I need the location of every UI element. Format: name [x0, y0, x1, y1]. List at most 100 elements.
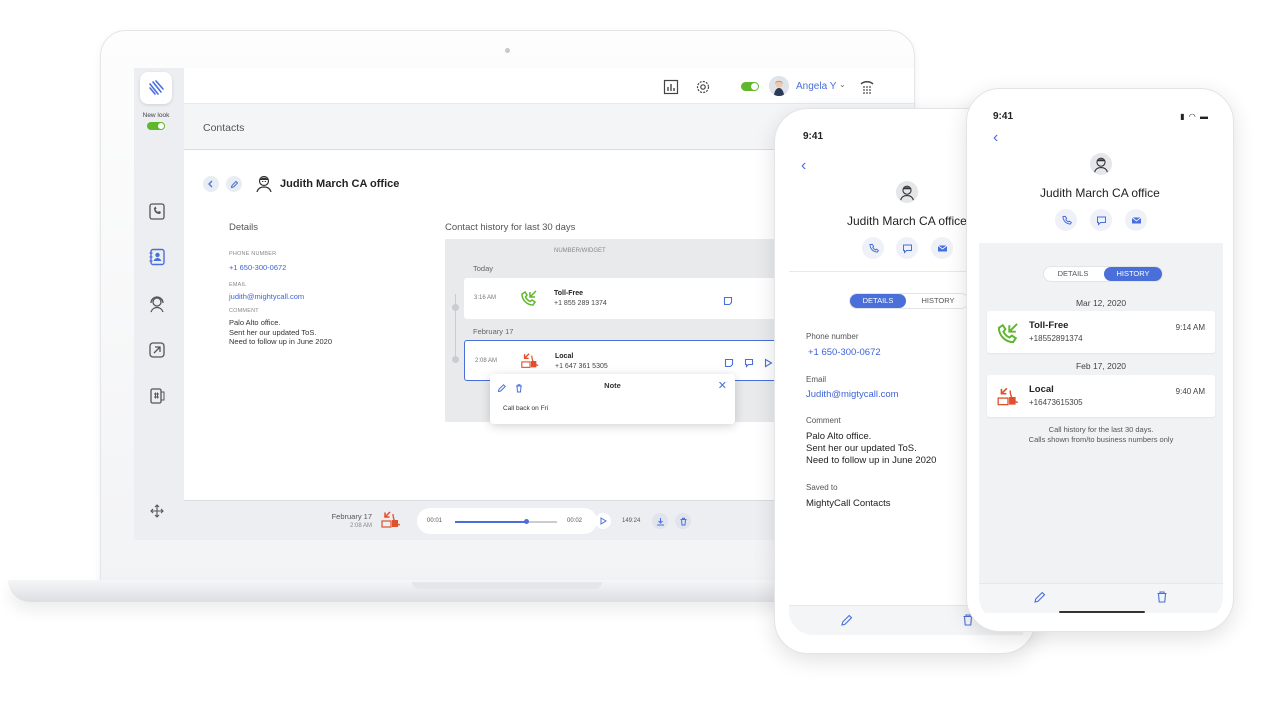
tab-details[interactable]: DETAILS: [1044, 267, 1102, 281]
progress-fill: [455, 521, 527, 523]
comment-icon[interactable]: [744, 355, 754, 373]
call-number: +16473615305: [1029, 398, 1083, 407]
note-icon[interactable]: [723, 293, 733, 311]
page-title: Contacts: [203, 122, 245, 134]
pencil-icon[interactable]: [1033, 590, 1047, 609]
pencil-icon: [230, 180, 238, 188]
contact-name: Judith March CA office: [280, 178, 400, 190]
back-button[interactable]: ‹: [801, 157, 806, 175]
email-value[interactable]: Judith@migtycall.com: [806, 389, 899, 401]
audio-scrubber[interactable]: 00:01 00:02: [417, 508, 597, 534]
sidebar-item-numbers[interactable]: [146, 385, 168, 407]
avatar[interactable]: [769, 76, 789, 96]
phone-book-icon: [149, 203, 165, 220]
saved-label: Saved to: [806, 483, 838, 492]
message-button[interactable]: [896, 237, 918, 259]
sidebar-item-routing[interactable]: [146, 339, 168, 361]
tab-history[interactable]: HISTORY: [1104, 267, 1162, 281]
call-time: 9:40 AM: [1175, 387, 1205, 396]
chat-icon: [902, 244, 912, 254]
history-footnote: Call history for the last 30 days. Calls…: [1028, 425, 1174, 444]
sidebar-item-contacts[interactable]: [146, 246, 168, 268]
trash-icon[interactable]: [1155, 590, 1169, 609]
segmented-control: DETAILS HISTORY: [849, 293, 969, 309]
play-icon[interactable]: [763, 355, 773, 373]
edit-button[interactable]: [226, 176, 242, 192]
phone-label: PHONE NUMBER: [229, 251, 277, 257]
download-button[interactable]: [652, 513, 668, 529]
delete-button[interactable]: [675, 513, 691, 529]
history-list: DETAILS HISTORY Mar 12, 2020 Toll-Free +…: [979, 243, 1223, 583]
sidebar-item-calls[interactable]: [146, 200, 168, 222]
chevron-down-icon[interactable]: ⌄: [839, 80, 846, 89]
note-icon[interactable]: [724, 355, 734, 373]
tab-details[interactable]: DETAILS: [850, 294, 906, 308]
phone-icon: [868, 243, 879, 253]
incoming-call-icon: [995, 320, 1021, 346]
close-icon[interactable]: ✕: [718, 379, 727, 392]
email-button[interactable]: [1125, 209, 1147, 231]
bottom-toolbar: [979, 583, 1223, 613]
comment-text: Palo Alto office. Sent her our updated T…: [806, 431, 937, 466]
pencil-icon[interactable]: [840, 613, 854, 632]
list-item[interactable]: Toll-Free +18552891374 9:14 AM: [987, 311, 1215, 353]
email-label: EMAIL: [229, 282, 247, 288]
laptop-camera: [505, 48, 510, 53]
note-title: Note: [604, 381, 621, 390]
call-button[interactable]: [1055, 209, 1077, 231]
call-time: 2:08 AM: [475, 358, 498, 364]
hash-phone-icon: [150, 388, 165, 404]
phone-value[interactable]: +1 650-300-0672: [808, 347, 881, 359]
fullscreen-icon[interactable]: [146, 500, 168, 522]
back-button[interactable]: ‹: [993, 129, 998, 147]
mail-icon: [1131, 216, 1141, 223]
play-button[interactable]: [595, 513, 611, 529]
sidebar-item-agents[interactable]: [146, 293, 168, 315]
email-button[interactable]: [931, 237, 953, 259]
progress-track[interactable]: [455, 519, 557, 524]
chat-icon: [1096, 216, 1106, 226]
call-number: +1 855 289 1374: [554, 300, 607, 307]
message-button[interactable]: [1090, 209, 1112, 231]
new-look-label: New look: [142, 112, 170, 119]
tab-history[interactable]: HISTORY: [908, 294, 968, 308]
new-look-toggle[interactable]: [147, 122, 165, 130]
contact-name: Judith March CA office: [1040, 186, 1160, 200]
stats-icon[interactable]: [662, 78, 680, 96]
local-call-icon: [380, 509, 402, 536]
phone-history-screen: 9:41 ▮ ◠ ▬ ‹ Judith March CA office DETA…: [979, 101, 1223, 621]
headset-icon: [150, 296, 164, 313]
user-name[interactable]: Angela Y: [796, 81, 836, 92]
saved-value: MightyCall Contacts: [806, 498, 891, 509]
timeline-dot: [452, 356, 459, 363]
local-call-icon: [995, 384, 1021, 410]
email-value[interactable]: judith@mightycall.com: [229, 292, 304, 301]
incoming-call-icon: [519, 288, 539, 308]
comment-label: Comment: [806, 416, 841, 425]
home-indicator: [1059, 611, 1145, 613]
column-header: NUMBER/WIDGET: [554, 248, 606, 254]
call-button[interactable]: [862, 237, 884, 259]
sidebar: New look: [134, 68, 184, 540]
history-date: Feb 17, 2020: [1075, 361, 1127, 371]
phone-value[interactable]: +1 650-300-0672: [229, 263, 286, 272]
list-item[interactable]: Local +16473615305 9:40 AM: [987, 375, 1215, 417]
availability-toggle[interactable]: [741, 82, 759, 91]
history-heading: Contact history for last 30 days: [445, 222, 576, 233]
call-type: Local: [555, 353, 574, 360]
segmented-control: DETAILS HISTORY: [1043, 266, 1163, 282]
call-type: Toll-Free: [554, 290, 584, 297]
gear-icon[interactable]: [694, 78, 712, 96]
back-button[interactable]: [203, 176, 219, 192]
play-icon: [600, 517, 607, 525]
mightycall-logo[interactable]: [140, 72, 172, 104]
progress-knob[interactable]: [523, 519, 529, 524]
dialpad-icon[interactable]: [858, 78, 876, 96]
download-icon: [656, 517, 664, 525]
call-type: Toll-Free: [1029, 320, 1069, 331]
local-call-icon: [520, 351, 540, 371]
chevron-left-icon: [208, 180, 213, 188]
note-text: Call back on Fri: [503, 405, 549, 412]
history-date: Mar 12, 2020: [1075, 298, 1127, 308]
contact-name: Judith March CA office: [847, 214, 967, 228]
